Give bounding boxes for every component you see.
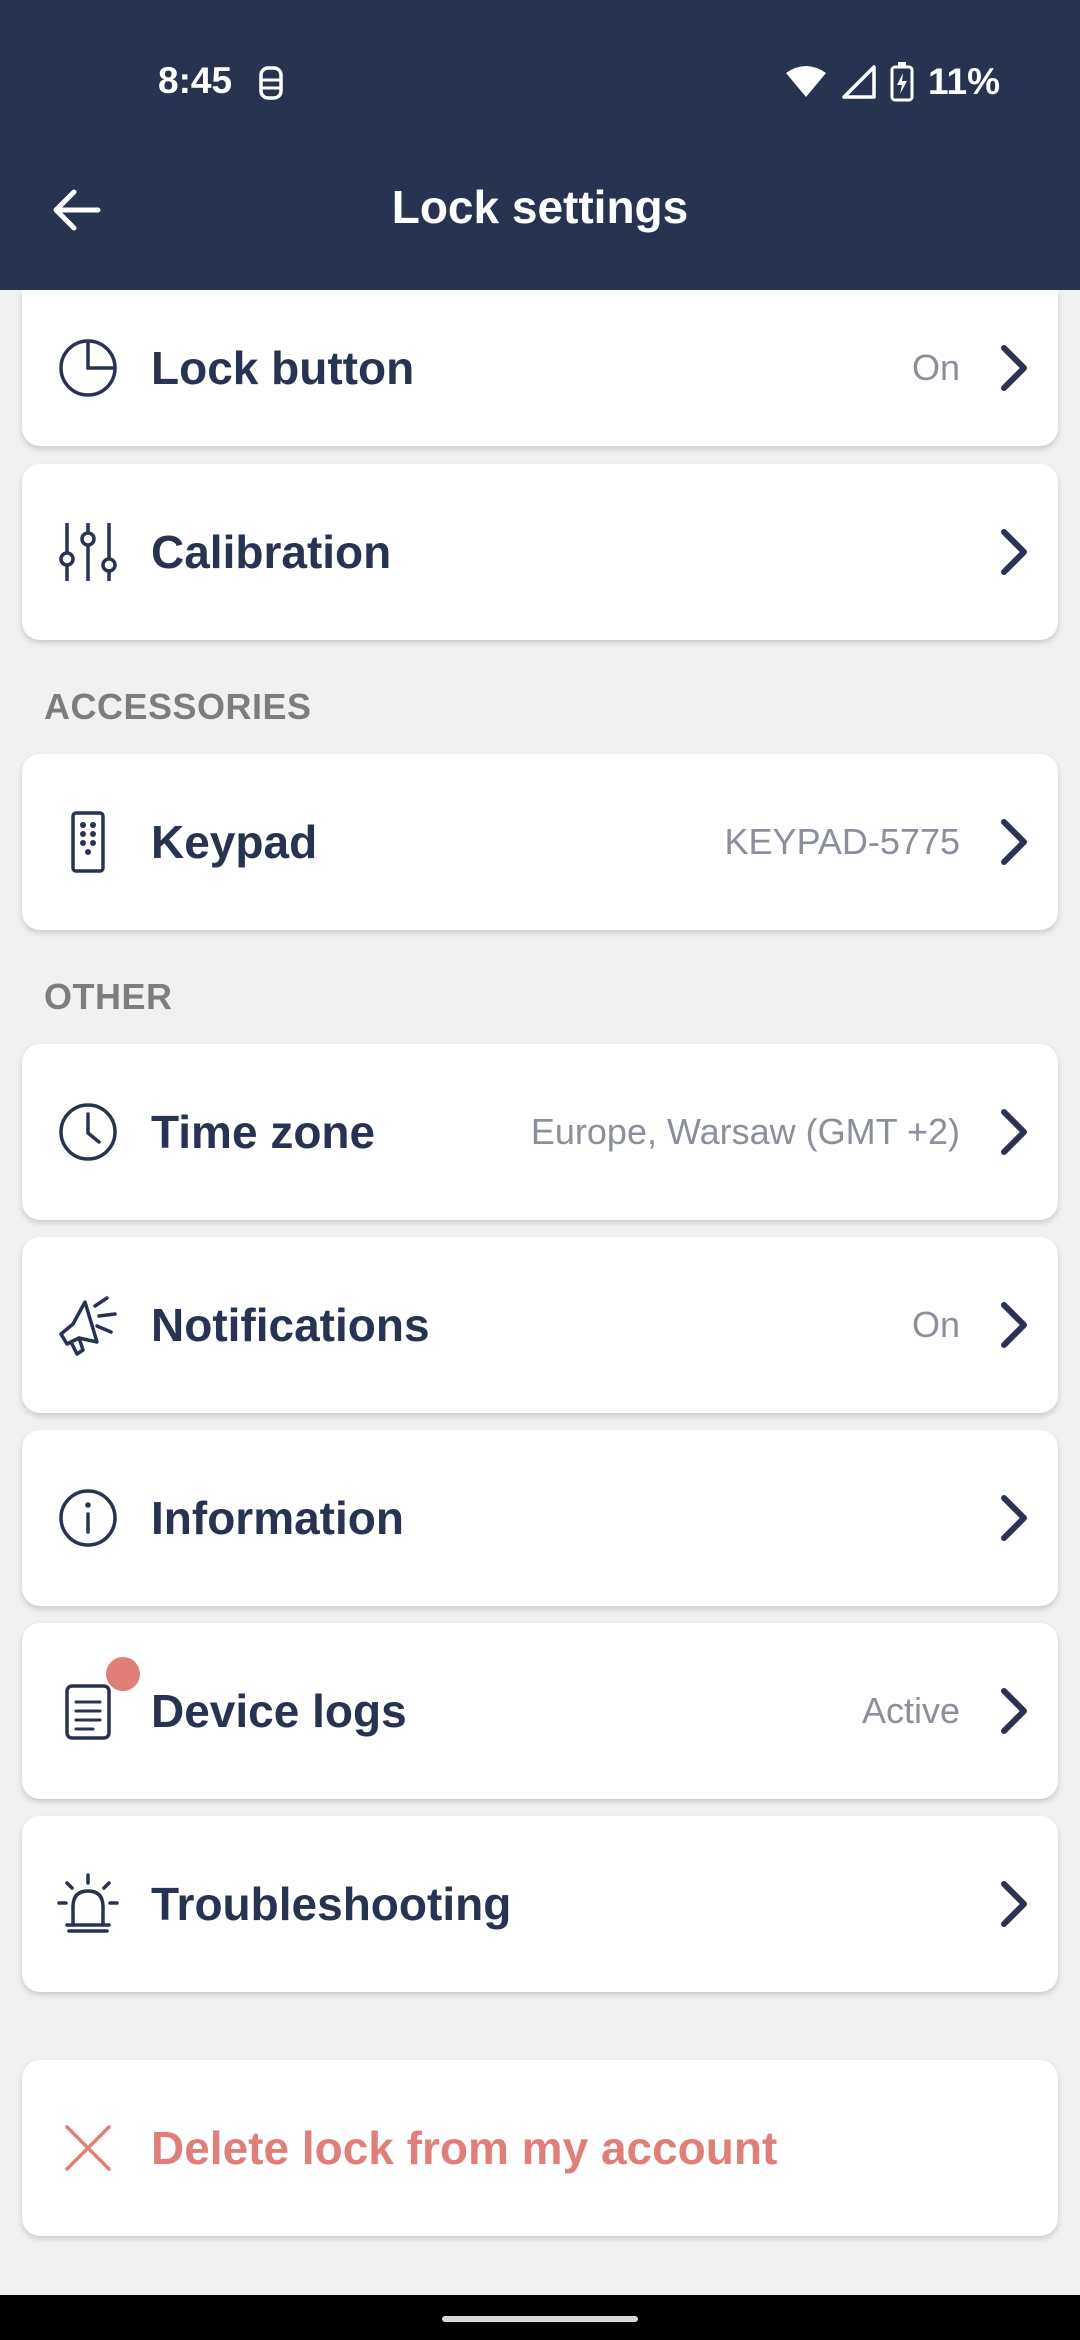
- lock-notification-icon: [259, 66, 283, 100]
- status-bar: 8:45 11%: [0, 0, 1080, 165]
- lock-button-value: On: [911, 347, 960, 388]
- troubleshooting-label: Troubleshooting: [151, 1878, 512, 1930]
- device-logs-label: Device logs: [151, 1685, 407, 1737]
- section-header-accessories: ACCESSORIES: [44, 686, 312, 727]
- notification-badge: [106, 1657, 140, 1691]
- status-right: 11%: [784, 58, 1000, 106]
- document-icon: [56, 1679, 120, 1743]
- notifications-row[interactable]: Notifications On: [22, 1237, 1058, 1413]
- information-row[interactable]: Information: [22, 1430, 1058, 1606]
- keypad-label: Keypad: [151, 816, 318, 868]
- system-nav-bar: [0, 2295, 1080, 2340]
- info-icon: [56, 1486, 120, 1550]
- page-title: Lock settings: [391, 181, 689, 233]
- device-logs-row[interactable]: Device logs Active: [22, 1623, 1058, 1799]
- time-zone-label: Time zone: [151, 1106, 376, 1158]
- time-zone-row[interactable]: Time zone Europe, Warsaw (GMT +2): [22, 1044, 1058, 1220]
- lock-button-icon: [56, 336, 120, 400]
- chevron-right-icon: [1001, 345, 1027, 391]
- device-logs-value: Active: [861, 1690, 960, 1731]
- notifications-value: On: [911, 1304, 960, 1345]
- keypad-icon: [56, 810, 120, 874]
- calibration-row[interactable]: Calibration: [22, 464, 1058, 640]
- battery-percent: 11%: [927, 61, 1000, 102]
- chevron-right-icon: [1001, 1688, 1027, 1734]
- chevron-right-icon: [1001, 1302, 1027, 1348]
- close-icon: [56, 2116, 120, 2180]
- keypad-row[interactable]: Keypad KEYPAD-5775: [22, 754, 1058, 930]
- chevron-right-icon: [1001, 529, 1027, 575]
- megaphone-icon: [56, 1293, 120, 1357]
- keypad-value: KEYPAD-5775: [724, 821, 960, 862]
- home-gesture-handle[interactable]: [442, 2316, 638, 2322]
- settings-list: Lock button On Calibration ACCESSORIES K…: [0, 290, 1080, 2295]
- sliders-icon: [56, 520, 120, 584]
- troubleshooting-row[interactable]: Troubleshooting: [22, 1816, 1058, 1992]
- status-time: 8:45: [158, 60, 233, 101]
- header: 8:45 11% Lock settings: [0, 0, 1080, 290]
- chevron-right-icon: [1001, 1495, 1027, 1541]
- chevron-right-icon: [1001, 1881, 1027, 1927]
- lock-button-row[interactable]: Lock button On: [22, 290, 1058, 446]
- wifi-icon: [785, 66, 826, 97]
- notifications-label: Notifications: [151, 1299, 430, 1351]
- information-label: Information: [151, 1492, 404, 1544]
- chevron-right-icon: [1001, 1109, 1027, 1155]
- section-header-other: OTHER: [44, 976, 173, 1017]
- signal-icon: [842, 65, 876, 99]
- calibration-label: Calibration: [151, 526, 392, 578]
- delete-lock-label: Delete lock from my account: [151, 2122, 778, 2174]
- chevron-right-icon: [1001, 819, 1027, 865]
- clock-icon: [56, 1100, 120, 1164]
- delete-lock-button[interactable]: Delete lock from my account: [22, 2060, 1058, 2236]
- battery-charging-icon: [890, 62, 914, 102]
- alarm-icon: [56, 1872, 120, 1936]
- time-zone-value: Europe, Warsaw (GMT +2): [530, 1111, 960, 1152]
- lock-button-label: Lock button: [151, 342, 415, 394]
